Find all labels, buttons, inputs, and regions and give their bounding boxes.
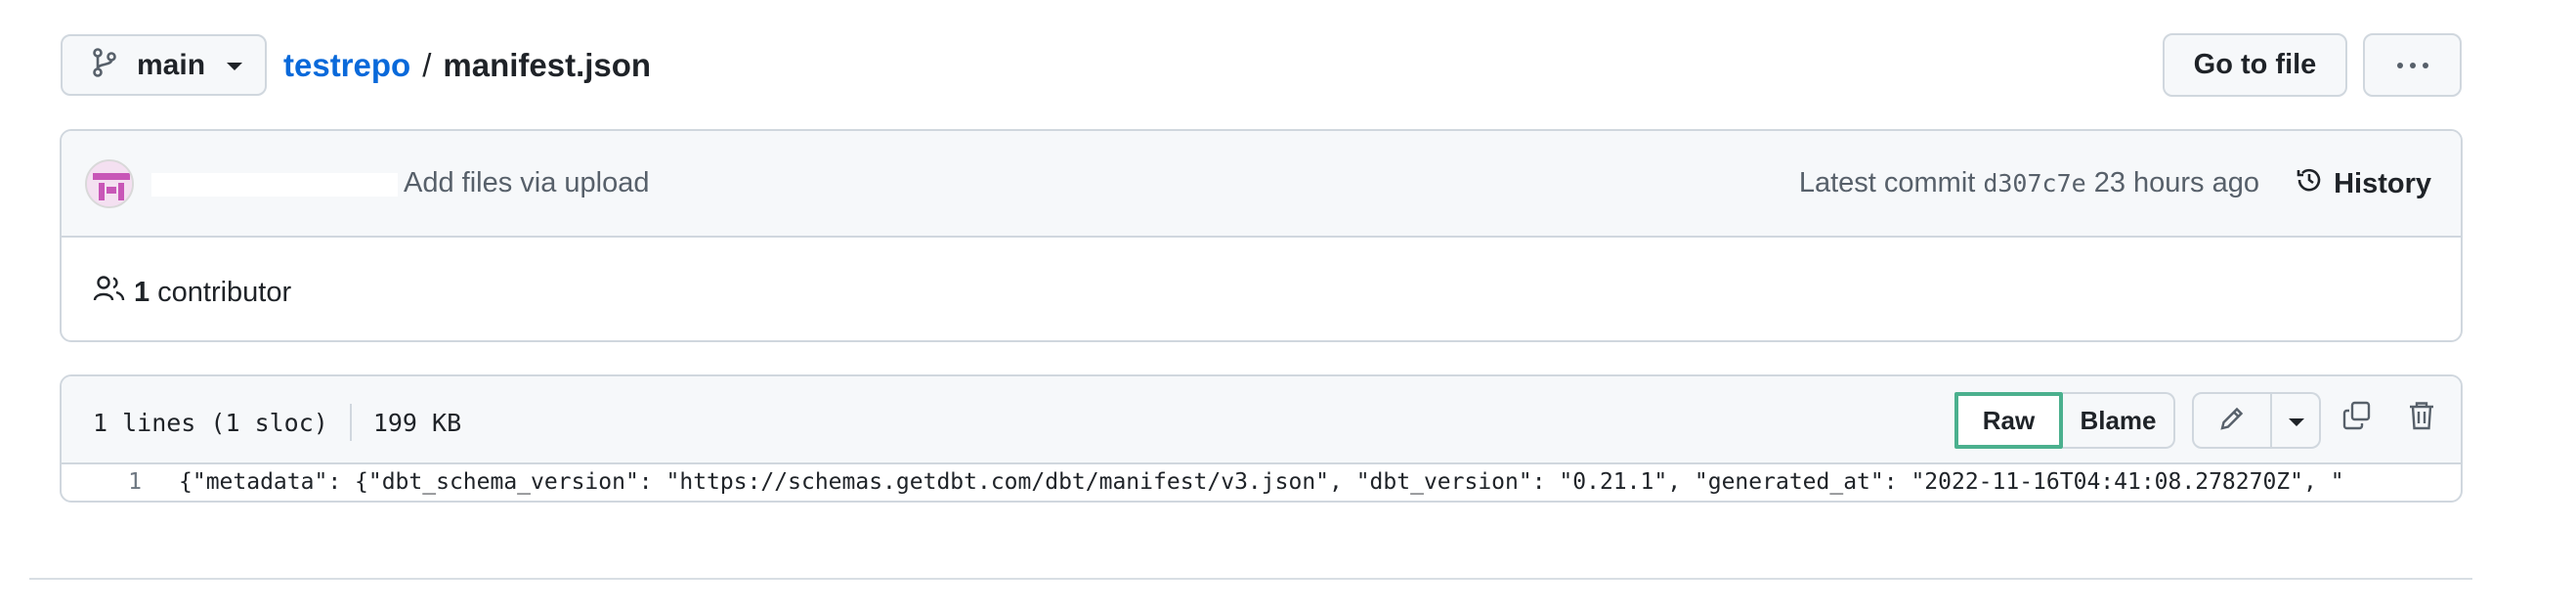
edit-group — [2192, 392, 2321, 449]
more-options-button[interactable] — [2363, 33, 2462, 97]
kebab-dot-icon — [2422, 62, 2428, 68]
contributor-label: contributor — [157, 276, 292, 308]
avatar[interactable] — [85, 159, 134, 208]
people-icon — [93, 275, 126, 310]
edit-options-dropdown[interactable] — [2272, 392, 2321, 449]
kebab-dot-icon — [2396, 62, 2403, 68]
branch-name: main — [137, 48, 206, 81]
file-size: 199 KB — [372, 408, 462, 437]
commit-sha-link[interactable]: d307c7e — [1983, 169, 2085, 197]
git-branch-icon — [92, 48, 117, 82]
copy-icon[interactable] — [2341, 400, 2373, 436]
trash-icon[interactable] — [2407, 400, 2436, 436]
chevron-down-icon — [2289, 417, 2304, 426]
line-count: 1 lines (1 sloc) — [93, 408, 328, 437]
history-icon — [2295, 165, 2324, 202]
breadcrumb-file-name: manifest.json — [443, 47, 652, 83]
divider — [349, 404, 352, 441]
commit-info-box: Add files via upload Latest commit d307c… — [60, 129, 2463, 342]
file-header: 1 lines (1 sloc) 199 KB Raw Blame — [62, 376, 2461, 464]
file-info: 1 lines (1 sloc) 199 KB — [93, 404, 461, 441]
contributors-row: 1 contributor — [62, 238, 2461, 340]
pencil-icon — [2218, 405, 2246, 437]
file-viewer: 1 lines (1 sloc) 199 KB Raw Blame 1 {"me… — [60, 374, 2463, 503]
latest-commit-info: Latest commit d307c7e 23 hours ago — [1799, 167, 2259, 199]
code-content: {"metadata": {"dbt_schema_version": "htt… — [179, 469, 2344, 495]
raw-button[interactable]: Raw — [1954, 392, 2063, 449]
latest-commit-label: Latest commit — [1798, 167, 1976, 198]
redacted-author — [151, 173, 398, 197]
history-link[interactable]: History — [2295, 160, 2431, 207]
commit-message[interactable]: Add files via upload — [404, 167, 650, 199]
view-mode-group: Raw Blame — [1954, 392, 2175, 449]
code-line: 1 {"metadata": {"dbt_schema_version": "h… — [62, 464, 2461, 501]
latest-commit-row: Add files via upload Latest commit d307c… — [62, 131, 2461, 238]
commit-time: 23 hours ago — [2093, 167, 2259, 198]
breadcrumb-separator: / — [422, 47, 432, 83]
divider — [29, 578, 2472, 580]
go-to-file-button[interactable]: Go to file — [2163, 33, 2347, 97]
breadcrumb-repo-link[interactable]: testrepo — [283, 47, 410, 84]
breadcrumb: testrepo / manifest.json — [283, 47, 651, 84]
line-number[interactable]: 1 — [101, 469, 142, 495]
contributors-link[interactable]: 1 contributor — [93, 275, 291, 310]
branch-select-button[interactable]: main — [61, 34, 267, 96]
history-label: History — [2334, 167, 2431, 199]
contributor-count: 1 — [134, 276, 150, 308]
edit-file-button[interactable] — [2192, 392, 2272, 449]
kebab-dot-icon — [2409, 62, 2416, 68]
chevron-down-icon — [227, 63, 243, 70]
blame-button[interactable]: Blame — [2063, 392, 2175, 449]
